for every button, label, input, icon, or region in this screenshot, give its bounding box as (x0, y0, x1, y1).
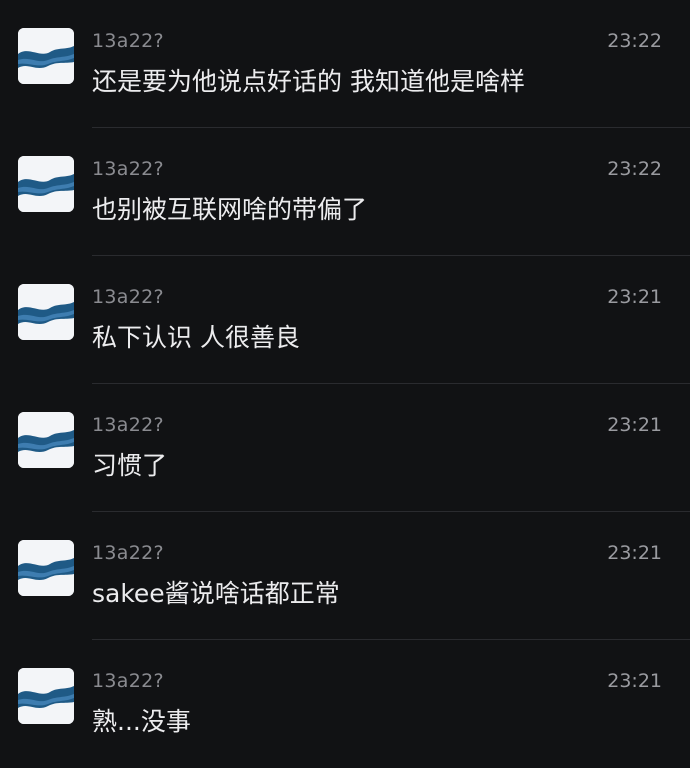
timestamp: 23:22 (607, 158, 662, 180)
wave-avatar-icon (18, 668, 74, 724)
avatar[interactable] (18, 156, 74, 212)
avatar[interactable] (18, 540, 74, 596)
username[interactable]: 13a22? (92, 158, 164, 180)
wave-avatar-icon (18, 28, 74, 84)
wave-avatar-icon (18, 156, 74, 212)
wave-avatar-icon (18, 540, 74, 596)
avatar[interactable] (18, 412, 74, 468)
comment-row[interactable]: 13a22? 23:21 私下认识 人很善良 (0, 256, 690, 384)
comment-row[interactable]: 13a22? 23:22 也别被互联网啥的带偏了 (0, 128, 690, 256)
avatar[interactable] (18, 668, 74, 724)
timestamp: 23:21 (607, 670, 662, 692)
avatar[interactable] (18, 28, 74, 84)
avatar[interactable] (18, 284, 74, 340)
timestamp: 23:21 (607, 542, 662, 564)
username[interactable]: 13a22? (92, 286, 164, 308)
wave-avatar-icon (18, 284, 74, 340)
comment-row[interactable]: 13a22? 23:21 习惯了 (0, 384, 690, 512)
comment-text: 也别被互联网啥的带偏了 (92, 195, 368, 224)
comment-row[interactable]: 13a22? 23:21 sakee酱说啥话都正常 (0, 512, 690, 640)
comment-row[interactable]: 13a22? 23:22 还是要为他说点好话的 我知道他是啥样 (0, 0, 690, 128)
timestamp: 23:22 (607, 30, 662, 52)
comment-text: 习惯了 (92, 451, 168, 480)
comment-list: 13a22? 23:22 还是要为他说点好话的 我知道他是啥样 13a22? 2… (0, 0, 690, 758)
timestamp: 23:21 (607, 414, 662, 436)
comment-text: 熟...没事 (92, 707, 191, 736)
wave-avatar-icon (18, 412, 74, 468)
comment-text: sakee酱说啥话都正常 (92, 579, 340, 608)
username[interactable]: 13a22? (92, 414, 164, 436)
timestamp: 23:21 (607, 286, 662, 308)
username[interactable]: 13a22? (92, 542, 164, 564)
username[interactable]: 13a22? (92, 670, 164, 692)
username[interactable]: 13a22? (92, 30, 164, 52)
comment-text: 还是要为他说点好话的 我知道他是啥样 (92, 67, 525, 96)
comment-text: 私下认识 人很善良 (92, 323, 300, 352)
comment-row[interactable]: 13a22? 23:21 熟...没事 (0, 640, 690, 768)
